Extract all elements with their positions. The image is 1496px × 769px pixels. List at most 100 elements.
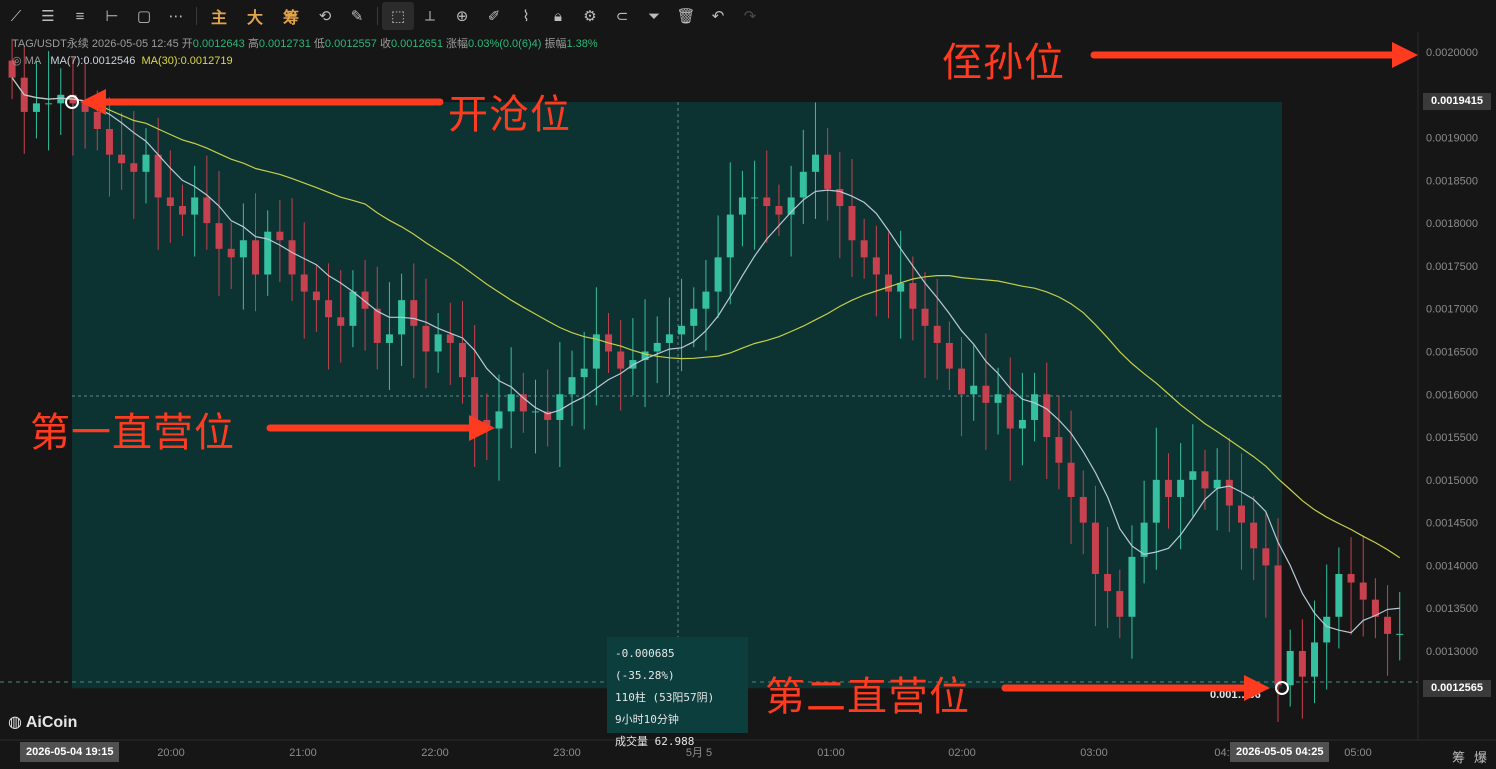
time-tick-label: 23:00 (553, 747, 581, 759)
measure-tooltip: -0.000685 (-35.28%) 110柱 (53阳57阴) 9小时10分… (607, 637, 748, 748)
chips-corner-button[interactable]: 筹 (1452, 747, 1465, 766)
liquidation-corner-button[interactable]: 爆 (1474, 747, 1487, 766)
candle-body (970, 385, 978, 395)
horizontal-ray-icon[interactable]: ⊢ (96, 2, 128, 30)
chips-button[interactable]: 筹 (273, 2, 309, 30)
candle-body (617, 351, 625, 369)
ruler-icon[interactable]: ⟂ (414, 2, 446, 30)
parallel-lines-icon[interactable]: ☰ (32, 2, 64, 30)
candle-body (1043, 394, 1051, 438)
logo-text: AiCoin (25, 714, 78, 731)
price-tick-label: 0.0019000 (1426, 133, 1478, 145)
close-label: 收 (379, 38, 391, 50)
pattern-icon[interactable]: ⌇ (510, 2, 542, 30)
filter-icon[interactable]: ⏷ (638, 2, 670, 30)
price-tick-label: 0.0014000 (1426, 560, 1478, 572)
candle-body (252, 240, 260, 275)
line-tool-icon[interactable]: ⟋ (0, 2, 32, 30)
candle-body (556, 394, 564, 420)
rectangle-icon[interactable]: ▢ (128, 2, 160, 30)
settings-icon[interactable]: ⚙ (574, 2, 606, 30)
candle-body (191, 197, 199, 215)
candle-body (349, 291, 357, 326)
zoom-icon[interactable]: ⊕ (446, 2, 478, 30)
ma7-value: MA(7):0.0012546 (50, 55, 136, 67)
candle-body (1104, 573, 1112, 592)
candle-body (1262, 548, 1270, 566)
candle-body (227, 248, 235, 258)
candle-body (860, 240, 868, 258)
brush-icon[interactable]: ✎ (341, 2, 373, 30)
time-tick-label: 02:00 (948, 747, 976, 759)
candle-body (1359, 582, 1367, 600)
candle-body (1384, 616, 1392, 634)
redo-icon[interactable]: ↷ (734, 2, 766, 30)
chart-canvas[interactable]: 0.0020000 0.0019000 0.0018500 0.0018000 0.00… (0, 0, 1496, 769)
candle-body (276, 231, 284, 241)
candle-body (130, 163, 138, 172)
candle-body (422, 325, 430, 352)
open-value: 0.0012643 (192, 38, 245, 50)
ohlc-header: TAG/USDT永续 2026-05-05 12:45 开0.0012643 高… (12, 35, 598, 51)
time-tick-label: 01:00 (817, 747, 845, 759)
candle-body (1311, 642, 1319, 677)
candle-body (45, 103, 53, 105)
candle-body (872, 257, 880, 275)
candle-body (1286, 650, 1294, 686)
price-tick-label: 0.0016500 (1426, 346, 1478, 358)
candle-body (1335, 573, 1343, 617)
trash-icon[interactable]: 🗑︎ (670, 2, 702, 30)
candle-body (93, 111, 101, 130)
measure-icon[interactable]: ⬚ (382, 2, 414, 30)
candle-body (1213, 479, 1221, 489)
candle-body (994, 394, 1002, 403)
high-value: 0.0012731 (258, 38, 311, 50)
time-box-end: 2026-05-05 04:25 (1230, 742, 1330, 762)
time-tick-label: 22:00 (421, 747, 449, 759)
candle-body (799, 171, 807, 198)
candle-body (653, 342, 661, 352)
measure-bars: 110柱 (53阳57阴) (615, 691, 715, 704)
candle-body (1225, 479, 1233, 506)
candle-body (690, 308, 698, 326)
lock-icon[interactable]: 🔒︎ (542, 2, 574, 30)
low-label: 低 (313, 38, 325, 50)
annotation-open-position: 开沧位 (448, 92, 571, 138)
time-tick-label: 05:00 (1344, 747, 1372, 759)
candle-body (373, 308, 381, 343)
candle-body (300, 274, 308, 292)
candle-body (32, 103, 40, 112)
candle-body (446, 334, 454, 343)
candle-body (203, 197, 211, 224)
symbol-name[interactable]: TAG/USDT永续 (12, 38, 89, 50)
candle-body (1055, 437, 1063, 463)
price-tick-label: 0.0018000 (1426, 218, 1478, 230)
more-icon[interactable]: ⋯ (160, 2, 192, 30)
candle-body (1250, 522, 1258, 549)
open-label: 开 (181, 38, 193, 50)
sync-icon[interactable]: ⟲ (309, 2, 341, 30)
magnet-icon[interactable]: ⊂ (606, 2, 638, 30)
candle-body (1201, 471, 1209, 489)
horizontal-lines-icon[interactable]: ≡ (64, 2, 96, 30)
main-chart-button[interactable]: 主 (201, 2, 237, 30)
candle-body (702, 291, 710, 309)
measure-box (72, 102, 1282, 689)
candle-body (751, 197, 759, 199)
candle-body (678, 325, 686, 335)
large-view-button[interactable]: 大 (237, 2, 273, 30)
undo-icon[interactable]: ↶ (702, 2, 734, 30)
candle-body (1189, 471, 1197, 480)
eye-icon[interactable]: ◎ (12, 55, 22, 67)
candle-body (1031, 394, 1039, 420)
candle-body (325, 300, 333, 318)
candle-body (763, 197, 771, 207)
close-value: 0.0012651 (390, 38, 443, 50)
candle-body (1079, 496, 1087, 523)
time-tick-label: 20:00 (157, 747, 185, 759)
candle-body (434, 334, 442, 352)
pen-icon[interactable]: ✐ (478, 2, 510, 30)
ma30-value: MA(30):0.0012719 (141, 55, 233, 67)
candle-body (1323, 616, 1331, 643)
ma-label[interactable]: MA (25, 55, 42, 67)
